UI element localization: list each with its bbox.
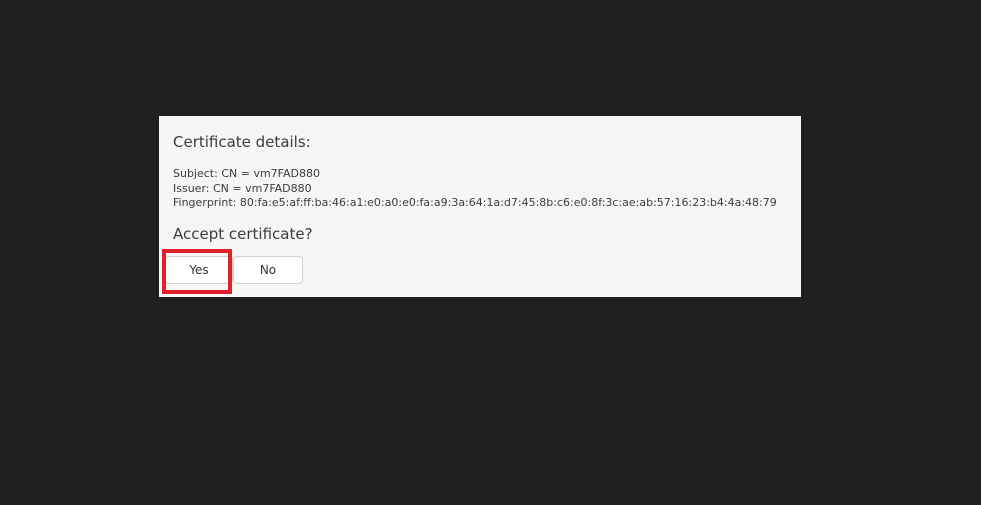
dialog-heading: Certificate details: [173,133,311,151]
accept-prompt: Accept certificate? [173,225,313,243]
desktop-background: Certificate details: Subject: CN = vm7FA… [0,0,981,505]
certificate-issuer: Issuer: CN = vm7FAD880 [173,181,312,195]
certificate-dialog: Certificate details: Subject: CN = vm7FA… [159,116,801,297]
certificate-subject: Subject: CN = vm7FAD880 [173,167,320,180]
no-button[interactable]: No [233,256,303,284]
certificate-details: Subject: CN = vm7FAD880 Issuer: CN = vm7… [173,167,777,211]
yes-button[interactable]: Yes [165,256,233,284]
certificate-fingerprint: Fingerprint: 80:fa:e5:af:ff:ba:46:a1:e0:… [173,196,777,209]
